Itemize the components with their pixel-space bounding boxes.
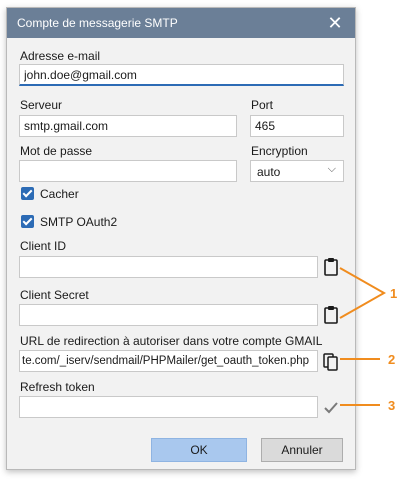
password-field[interactable]: [19, 160, 237, 182]
callout-3: 3: [388, 398, 396, 413]
clipboard-icon[interactable]: [322, 256, 340, 278]
encryption-label: Encryption: [251, 144, 308, 158]
ok-button[interactable]: OK: [151, 438, 247, 462]
encryption-value: auto: [257, 165, 281, 179]
check-icon[interactable]: [322, 396, 340, 418]
hide-checkbox[interactable]: [21, 187, 34, 200]
oauth-checkbox[interactable]: [21, 215, 34, 228]
encryption-select[interactable]: auto ⌵: [250, 160, 344, 182]
oauth-label: SMTP OAuth2: [40, 215, 118, 229]
redirect-label: URL de redirection à autoriser dans votr…: [20, 334, 323, 348]
copy-icon[interactable]: [322, 350, 340, 372]
hide-label: Cacher: [40, 187, 79, 201]
client-secret-field[interactable]: [19, 304, 318, 326]
client-id-field[interactable]: [19, 256, 318, 278]
port-label: Port: [251, 98, 274, 112]
server-label: Serveur: [20, 98, 63, 112]
title-bar: Compte de messagerie SMTP ✕: [7, 8, 355, 38]
callout-1: 1: [390, 286, 398, 301]
client-secret-label: Client Secret: [20, 288, 89, 302]
callout-2: 2: [388, 352, 396, 367]
refresh-token-label: Refresh token: [20, 380, 95, 394]
cancel-button[interactable]: Annuler: [261, 438, 343, 462]
client-id-label: Client ID: [20, 239, 67, 253]
smtp-dialog: Compte de messagerie SMTP ✕ Adresse e-ma…: [6, 7, 356, 470]
close-icon[interactable]: ✕: [323, 11, 347, 35]
email-label: Adresse e-mail: [20, 49, 101, 63]
window-title: Compte de messagerie SMTP: [17, 16, 178, 30]
redirect-url-field[interactable]: [19, 350, 318, 372]
port-field[interactable]: [250, 115, 344, 137]
chevron-down-icon: ⌵: [327, 163, 336, 175]
email-field[interactable]: [19, 64, 344, 86]
clipboard-icon[interactable]: [322, 304, 340, 326]
refresh-token-field[interactable]: [19, 396, 318, 418]
server-field[interactable]: [19, 115, 237, 137]
password-label: Mot de passe: [20, 144, 93, 158]
